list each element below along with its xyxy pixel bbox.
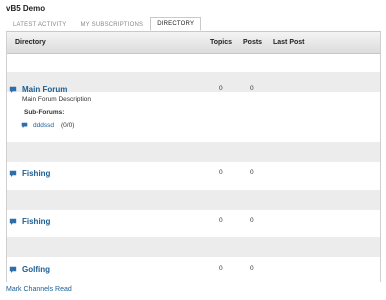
forum-topics-count: 0 — [219, 169, 223, 176]
subforum-counts: (0/0) — [61, 122, 75, 129]
forum-title-fishing[interactable]: Fishing — [22, 217, 50, 226]
forum-row: Fishing 0 0 — [7, 216, 380, 232]
forum-topics-count: 0 — [219, 217, 223, 224]
forum-topics-count: 0 — [219, 265, 223, 272]
subforum-link[interactable]: dddssd — [33, 122, 54, 129]
tab-latest-activity[interactable]: LATEST ACTIVITY — [6, 17, 73, 31]
section-separator — [7, 190, 380, 210]
directory-panel: Directory Topics Posts Last Post Main Fo… — [6, 31, 381, 282]
section-separator — [7, 142, 380, 162]
subforums-label: Sub-Forums: — [24, 109, 65, 116]
forum-title-golfing[interactable]: Golfing — [22, 265, 50, 274]
header-last-post: Last Post — [273, 39, 305, 46]
tab-my-subscriptions[interactable]: MY SUBSCRIPTIONS — [73, 17, 150, 31]
forum-title-fishing[interactable]: Fishing — [22, 169, 50, 178]
forum-posts-count: 0 — [250, 265, 254, 272]
speech-bubble-icon — [9, 86, 17, 94]
header-directory: Directory — [15, 39, 46, 46]
site-title: vB5 Demo — [6, 4, 46, 13]
forum-topics-count: 0 — [219, 85, 223, 92]
forum-posts-count: 0 — [250, 85, 254, 92]
header-posts: Posts — [243, 39, 263, 46]
table-header: Directory Topics Posts Last Post — [7, 32, 380, 54]
forum-posts-count: 0 — [250, 217, 254, 224]
mark-channels-read-link[interactable]: Mark Channels Read — [6, 286, 72, 293]
speech-bubble-icon — [9, 170, 17, 178]
forum-row: Fishing 0 0 — [7, 168, 380, 184]
section-separator — [7, 237, 380, 257]
forum-row: Main Forum 0 0 Main Forum Description Su… — [7, 82, 380, 142]
forum-row: Golfing 0 0 — [7, 264, 380, 280]
tab-directory[interactable]: DIRECTORY — [150, 17, 202, 31]
forum-title-main-forum[interactable]: Main Forum — [22, 85, 67, 94]
forum-description: Main Forum Description — [22, 96, 91, 103]
speech-bubble-icon — [21, 122, 28, 129]
speech-bubble-icon — [9, 266, 17, 274]
speech-bubble-icon — [9, 218, 17, 226]
tab-bar: LATEST ACTIVITY MY SUBSCRIPTIONS DIRECTO… — [6, 17, 202, 31]
header-topics: Topics — [210, 39, 233, 46]
forum-posts-count: 0 — [250, 169, 254, 176]
